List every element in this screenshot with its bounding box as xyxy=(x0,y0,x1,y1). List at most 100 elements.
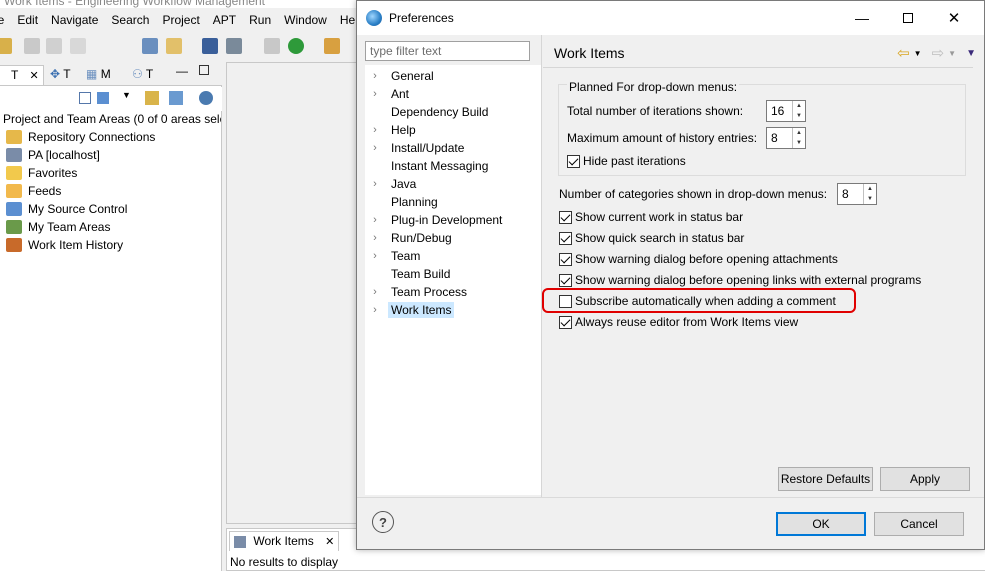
nav-item-team-build[interactable]: Team Build xyxy=(365,265,541,283)
cancel-button[interactable]: Cancel xyxy=(874,512,964,536)
tree-item-feeds[interactable]: Feeds xyxy=(6,182,155,200)
tree-item-favorites[interactable]: Favorites xyxy=(6,164,155,182)
chevron-down-icon[interactable]: ▼ xyxy=(122,90,131,100)
filter-input[interactable] xyxy=(365,41,530,61)
view-tab-2[interactable]: ✥ T xyxy=(46,65,75,85)
categories-spinner[interactable]: 8 ▲ ▼ xyxy=(837,183,877,205)
minimize-icon[interactable]: — xyxy=(176,64,188,78)
minimize-button[interactable]: — xyxy=(839,1,885,35)
menu-run[interactable]: Run xyxy=(242,10,277,32)
close-icon[interactable]: ✕ xyxy=(29,70,38,82)
view-tab-work-items[interactable]: Work Items ✕ xyxy=(229,531,340,551)
new-icon[interactable] xyxy=(0,38,12,54)
chevron-right-icon[interactable]: › xyxy=(369,178,381,190)
chevron-right-icon[interactable]: › xyxy=(369,142,381,154)
maximize-icon[interactable] xyxy=(199,65,209,75)
link-icon[interactable] xyxy=(97,92,109,104)
spinner-down-icon[interactable]: ▼ xyxy=(793,138,805,148)
nav-item-dependency-build[interactable]: Dependency Build xyxy=(365,103,541,121)
spinner-up-icon[interactable]: ▲ xyxy=(793,101,805,111)
warn-external-links-checkbox[interactable]: Show warning dialog before opening links… xyxy=(559,273,921,287)
build-icon[interactable] xyxy=(202,38,218,54)
close-icon[interactable]: ✕ xyxy=(325,536,334,548)
reuse-editor-checkbox[interactable]: Always reuse editor from Work Items view xyxy=(559,315,798,329)
tree-item-my-source-control[interactable]: My Source Control xyxy=(6,200,155,218)
iterations-spinner[interactable]: 16 ▲ ▼ xyxy=(766,100,806,122)
spinner-up-icon[interactable]: ▲ xyxy=(864,184,876,194)
nav-item-install-update[interactable]: › Install/Update xyxy=(365,139,541,157)
chevron-right-icon[interactable]: › xyxy=(369,88,381,100)
nav-item-help[interactable]: › Help xyxy=(365,121,541,139)
tree-item-repository-connections[interactable]: Repository Connections xyxy=(6,128,155,146)
chevron-right-icon[interactable]: › xyxy=(369,304,381,316)
tree-item-work-item-history[interactable]: Work Item History xyxy=(6,236,155,254)
spinner-down-icon[interactable]: ▼ xyxy=(864,194,876,204)
back-arrow-icon[interactable]: ⇦ xyxy=(897,44,910,62)
save-all-icon[interactable] xyxy=(46,38,62,54)
checkbox-box[interactable] xyxy=(559,210,572,224)
view-tab-4[interactable]: ⚇ T xyxy=(128,65,157,85)
hide-past-iterations-checkbox[interactable]: Hide past iterations xyxy=(567,154,686,168)
nav-item-team-process[interactable]: › Team Process xyxy=(365,283,541,301)
tree-item-my-team-areas[interactable]: My Team Areas xyxy=(6,218,155,236)
menu-apt[interactable]: APT xyxy=(206,10,242,32)
checkbox-box[interactable] xyxy=(559,315,572,329)
show-current-work-checkbox[interactable]: Show current work in status bar xyxy=(559,210,743,224)
menu-window[interactable]: Window xyxy=(277,10,333,32)
show-quick-search-checkbox[interactable]: Show quick search in status bar xyxy=(559,231,744,245)
warn-attachments-checkbox[interactable]: Show warning dialog before opening attac… xyxy=(559,252,838,266)
menu-project[interactable]: Project xyxy=(155,10,205,32)
nav-item-plug-in-development[interactable]: › Plug-in Development xyxy=(365,211,541,229)
save-icon[interactable] xyxy=(24,38,40,54)
chevron-right-icon[interactable]: › xyxy=(369,214,381,226)
menu-navigate[interactable]: Navigate xyxy=(44,10,104,32)
run-icon[interactable] xyxy=(288,38,304,54)
spinner-down-icon[interactable]: ▼ xyxy=(793,111,805,121)
collapse-all-icon[interactable] xyxy=(79,92,91,104)
forward-arrow-icon[interactable]: ⇨ xyxy=(932,44,945,62)
chevron-right-icon[interactable]: › xyxy=(369,250,381,262)
history-spinner[interactable]: 8 ▲ ▼ xyxy=(766,127,806,149)
maximize-button[interactable] xyxy=(885,1,931,35)
menu-file[interactable]: File xyxy=(0,10,10,32)
chevron-down-icon[interactable]: ▼ xyxy=(948,49,956,58)
view-tab-team-artifacts[interactable]: T ✕ xyxy=(0,65,44,85)
checkbox-box[interactable] xyxy=(559,273,572,287)
new-team-area-icon[interactable] xyxy=(145,91,159,105)
open-type-icon[interactable] xyxy=(264,38,280,54)
checkbox-box[interactable] xyxy=(559,231,572,245)
menu-edit[interactable]: Edit xyxy=(10,10,44,32)
chevron-right-icon[interactable]: › xyxy=(369,286,381,298)
view-menu-icon[interactable]: ▼ xyxy=(966,48,976,59)
chevron-right-icon[interactable]: › xyxy=(369,232,381,244)
team-icon[interactable] xyxy=(142,38,158,54)
refresh-icon[interactable] xyxy=(169,91,183,105)
help-icon[interactable]: ? xyxy=(372,511,394,533)
external-tools-icon[interactable] xyxy=(324,38,340,54)
restore-defaults-button[interactable]: Restore Defaults xyxy=(778,467,873,491)
checkbox-box[interactable] xyxy=(559,252,572,266)
close-button[interactable]: ✕ xyxy=(931,1,977,35)
sync-icon[interactable] xyxy=(199,91,213,105)
nav-item-java[interactable]: › Java xyxy=(365,175,541,193)
nav-item-team[interactable]: › Team xyxy=(365,247,541,265)
nav-item-general[interactable]: › General xyxy=(365,67,541,85)
checkbox-box[interactable] xyxy=(567,154,580,168)
nav-item-instant-messaging[interactable]: Instant Messaging xyxy=(365,157,541,175)
nav-item-run-debug[interactable]: › Run/Debug xyxy=(365,229,541,247)
print-icon[interactable] xyxy=(70,38,86,54)
chevron-right-icon[interactable]: › xyxy=(369,124,381,136)
chevron-right-icon[interactable]: › xyxy=(369,70,381,82)
menu-search[interactable]: Search xyxy=(104,10,155,32)
chevron-down-icon[interactable]: ▼ xyxy=(914,49,922,58)
nav-item-ant[interactable]: › Ant xyxy=(365,85,541,103)
spinner-up-icon[interactable]: ▲ xyxy=(793,128,805,138)
tree-item-pa-localhost[interactable]: PA [localhost] xyxy=(6,146,155,164)
ok-button[interactable]: OK xyxy=(776,512,866,536)
tree-sash[interactable] xyxy=(541,35,542,497)
new-work-item-icon[interactable] xyxy=(166,38,182,54)
console-icon[interactable] xyxy=(226,38,242,54)
nav-item-work-items[interactable]: › Work Items xyxy=(365,301,541,319)
apply-button[interactable]: Apply xyxy=(880,467,970,491)
nav-item-planning[interactable]: Planning xyxy=(365,193,541,211)
